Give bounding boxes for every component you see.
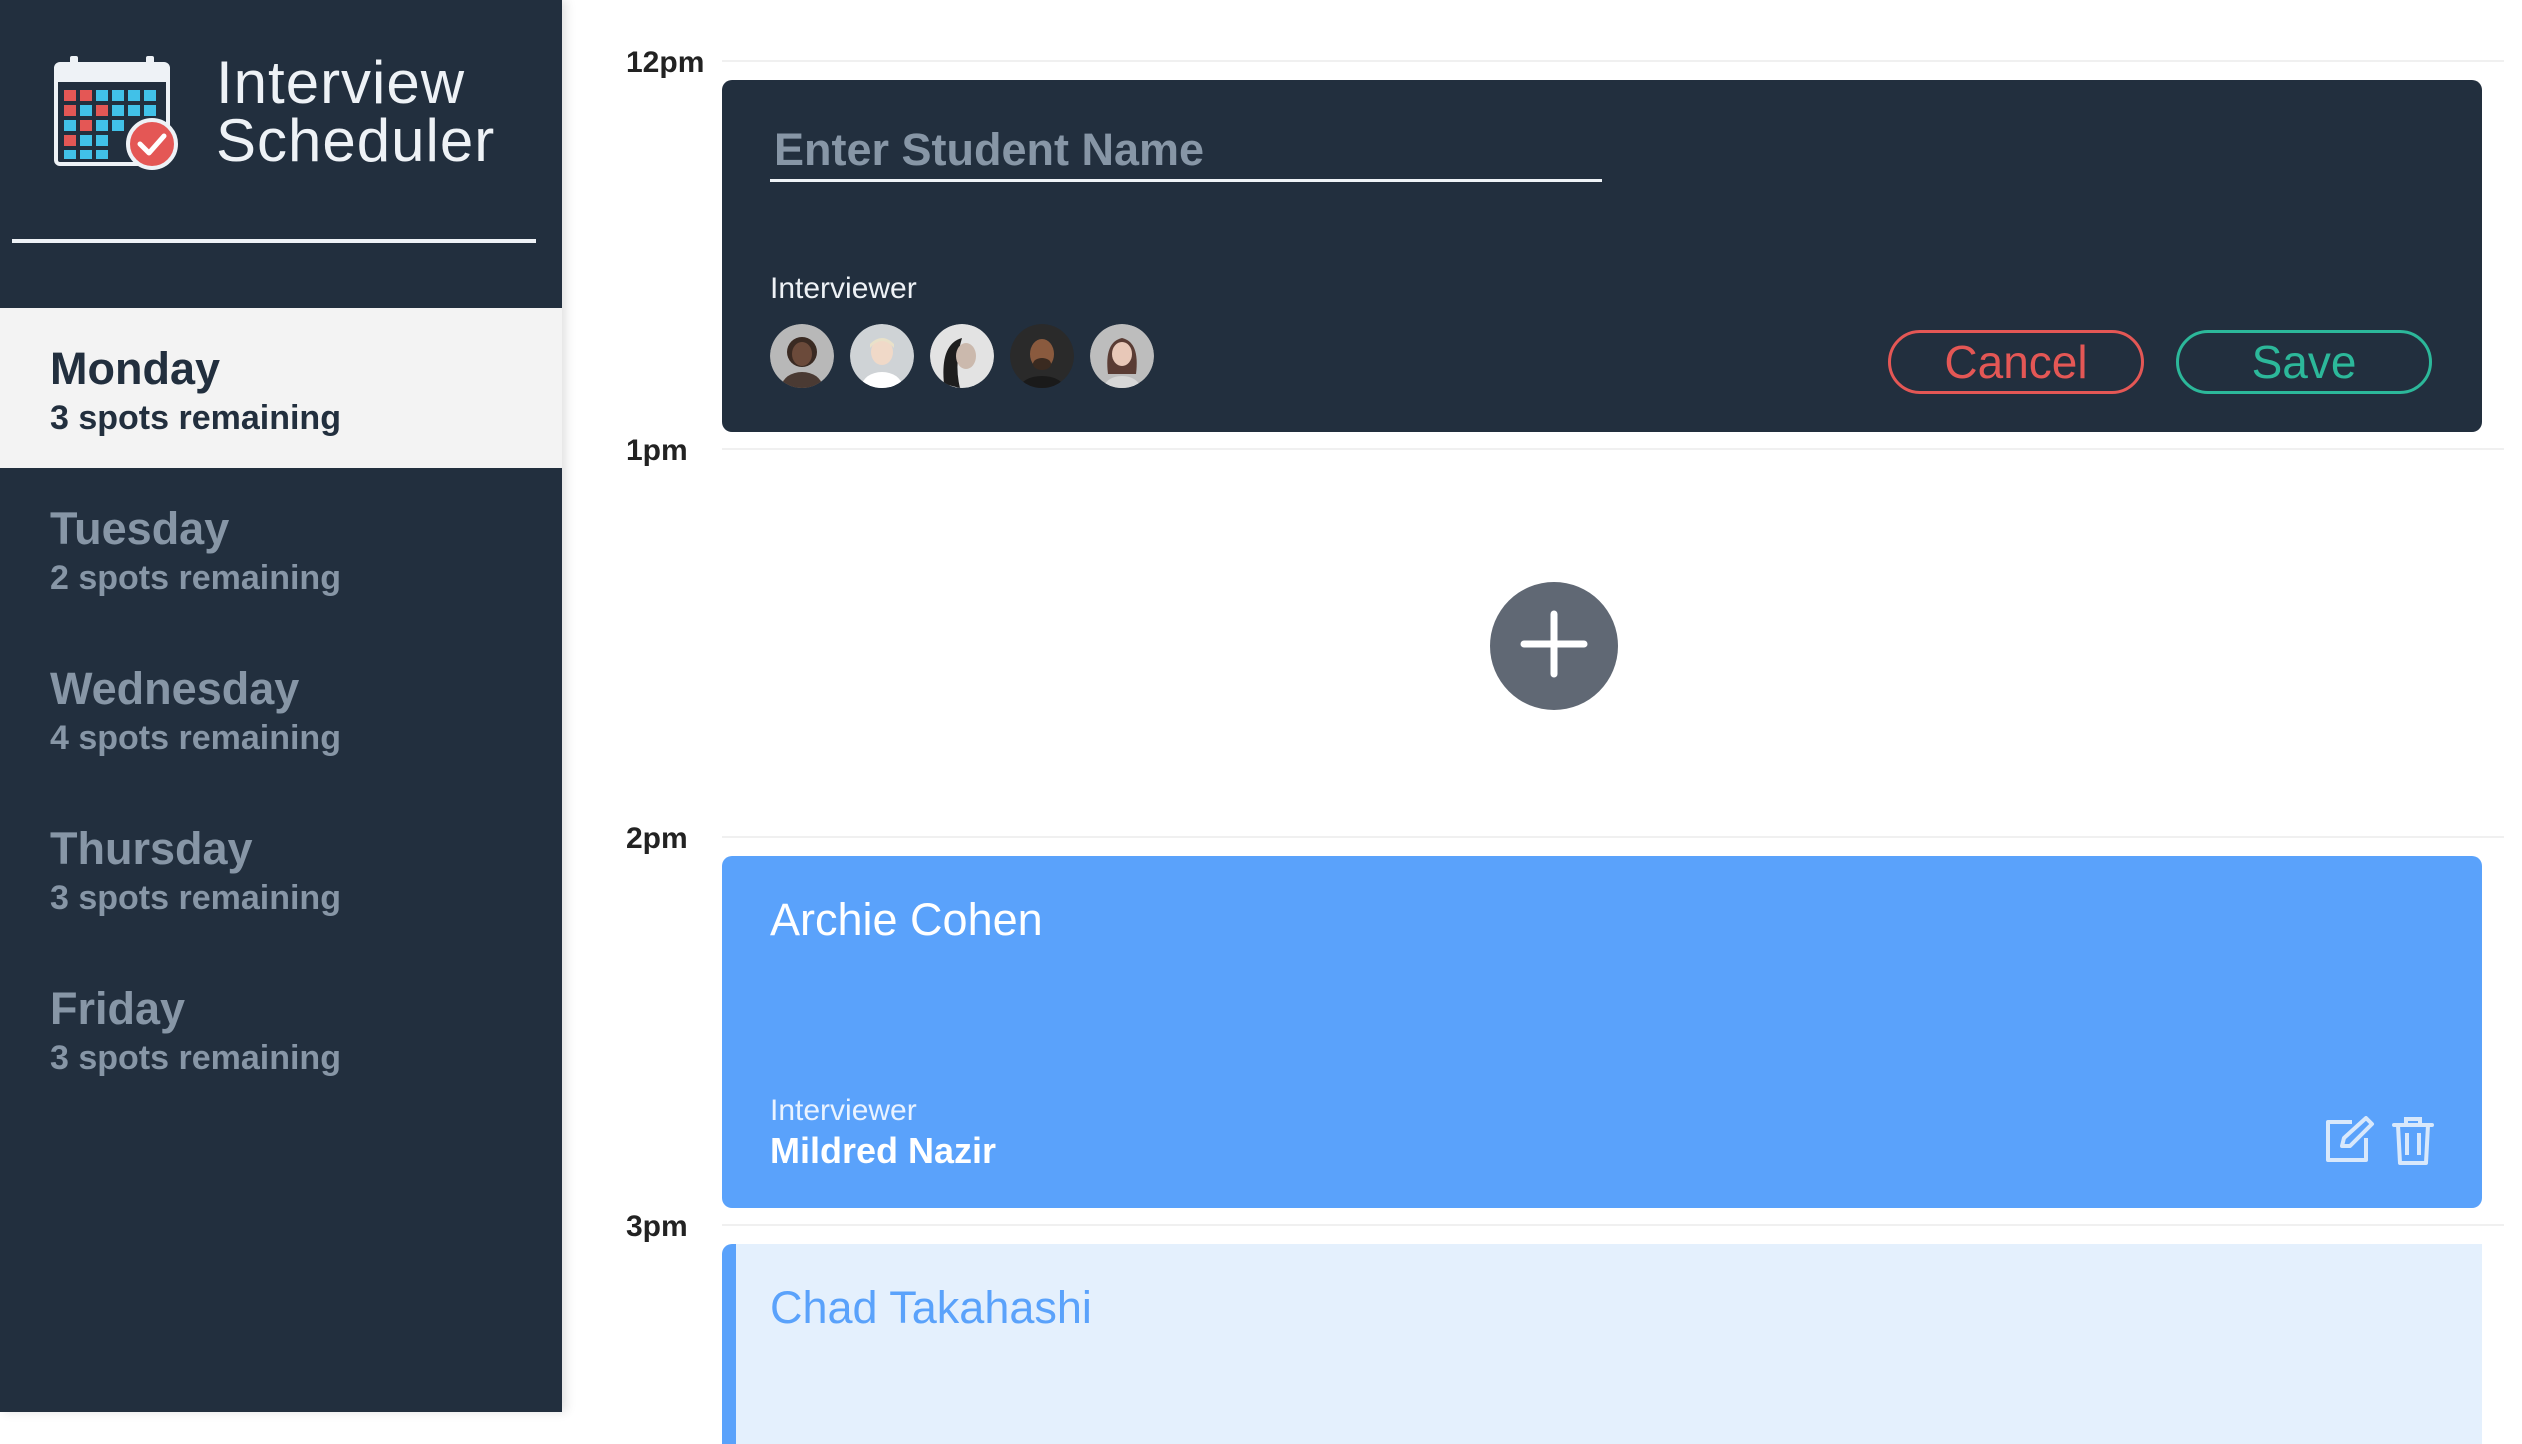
appointment-form: Interviewer [722, 80, 2482, 432]
cancel-button[interactable]: Cancel [1888, 330, 2144, 394]
trash-icon[interactable] [2390, 1116, 2436, 1171]
day-name: Tuesday [50, 503, 230, 554]
interviewer-avatar-5[interactable] [1090, 324, 1154, 388]
day-item-tuesday[interactable]: Tuesday 2 spots remaining [0, 468, 562, 628]
time-label-3pm: 3pm [626, 1210, 688, 1243]
day-spots: 2 spots remaining [50, 559, 341, 597]
calendar-check-icon [52, 52, 182, 172]
appointment-interviewer-name: Mildred Nazir [770, 1130, 997, 1171]
sidebar: Interview Scheduler Monday 3 spots remai… [0, 0, 562, 1412]
pending-student-name: Chad Takahashi [770, 1282, 1092, 1333]
appointment-card-pending[interactable]: Chad Takahashi [722, 1244, 2482, 1444]
interviewer-avatar-2[interactable] [850, 324, 914, 388]
brand: Interview Scheduler [52, 52, 495, 172]
hour-divider [722, 836, 2504, 838]
day-spots: 3 spots remaining [50, 399, 341, 437]
app-title: Interview Scheduler [216, 49, 496, 174]
time-label-12pm: 12pm [626, 46, 705, 79]
appointment-interviewer-label: Interviewer [770, 1094, 917, 1127]
hour-divider [722, 1224, 2504, 1226]
day-name: Wednesday [50, 663, 300, 714]
edit-icon[interactable] [2322, 1116, 2376, 1171]
time-label-1pm: 1pm [626, 434, 688, 467]
day-spots: 4 spots remaining [50, 719, 341, 757]
sidebar-divider [12, 239, 536, 243]
app-title-line1: Interview [216, 49, 466, 116]
add-appointment-button[interactable] [1490, 582, 1618, 710]
day-name: Monday [50, 343, 221, 394]
day-spots: 3 spots remaining [50, 1039, 341, 1077]
time-label-2pm: 2pm [626, 822, 688, 855]
hour-divider [722, 448, 2504, 450]
interviewer-avatar-4[interactable] [1010, 324, 1074, 388]
schedule: 12pm Interviewer [562, 0, 2522, 1444]
interviewer-label: Interviewer [770, 272, 917, 305]
interviewer-list [770, 324, 1154, 388]
appointment-student-name: Archie Cohen [770, 894, 1043, 945]
day-item-friday[interactable]: Friday 3 spots remaining [0, 948, 562, 1108]
interviewer-avatar-1[interactable] [770, 324, 834, 388]
day-name: Thursday [50, 823, 253, 874]
save-button[interactable]: Save [2176, 330, 2432, 394]
appointment-card: Archie Cohen Interviewer Mildred Nazir [722, 856, 2482, 1208]
day-list: Monday 3 spots remaining Tuesday 2 spots… [0, 308, 562, 1108]
appointment-actions [2322, 1116, 2436, 1171]
day-spots: 3 spots remaining [50, 879, 341, 917]
day-item-thursday[interactable]: Thursday 3 spots remaining [0, 788, 562, 948]
day-item-monday[interactable]: Monday 3 spots remaining [0, 308, 562, 468]
day-item-wednesday[interactable]: Wednesday 4 spots remaining [0, 628, 562, 788]
interviewer-avatar-3[interactable] [930, 324, 994, 388]
hour-divider [722, 60, 2504, 62]
plus-icon [1519, 609, 1589, 684]
student-name-input[interactable] [770, 120, 1602, 182]
day-name: Friday [50, 983, 186, 1034]
app-title-line2: Scheduler [216, 107, 496, 174]
